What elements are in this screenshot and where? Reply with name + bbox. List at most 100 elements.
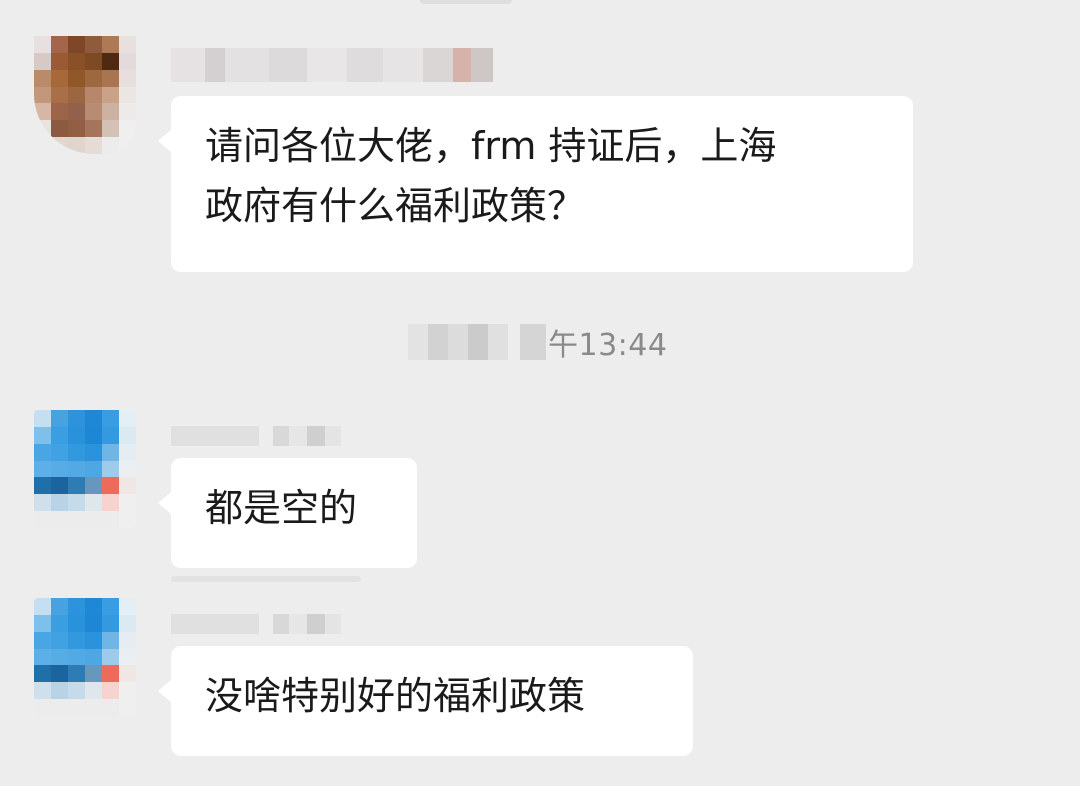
avatar-mosaic-cell xyxy=(85,52,102,70)
avatar-mosaic-cell xyxy=(102,477,119,495)
avatar-mosaic-cell xyxy=(85,614,102,632)
avatar-mosaic-cell xyxy=(119,426,136,444)
avatar-mosaic-cell xyxy=(102,103,119,121)
sender-avatar[interactable] xyxy=(34,36,136,154)
avatar-mosaic-cell xyxy=(119,103,136,121)
avatar-mosaic-cell xyxy=(68,648,85,666)
avatar-mosaic-cell xyxy=(34,86,51,104)
avatar-mosaic-cell xyxy=(68,103,85,121)
avatar-mosaic-cell xyxy=(102,631,119,649)
avatar-mosaic-cell xyxy=(85,36,102,53)
avatar-mosaic-cell xyxy=(34,52,51,70)
avatar-mosaic-cell xyxy=(119,460,136,478)
avatar-mosaic-cell xyxy=(119,494,136,512)
avatar-mosaic-cell xyxy=(51,494,68,512)
avatar-mosaic-cell xyxy=(68,460,85,478)
sender-name-redacted xyxy=(171,614,341,634)
avatar-mosaic-cell xyxy=(102,86,119,104)
avatar-mosaic-cell xyxy=(34,137,51,154)
avatar-mosaic-cell xyxy=(102,120,119,138)
avatar-mosaic-cell xyxy=(85,426,102,444)
avatar-mosaic-cell xyxy=(51,699,68,716)
avatar-mosaic-cell xyxy=(119,69,136,87)
avatar-mosaic-cell xyxy=(34,426,51,444)
avatar-mosaic-cell xyxy=(51,460,68,478)
avatar-mosaic-cell xyxy=(68,614,85,632)
avatar-mosaic-cell xyxy=(34,494,51,512)
message-text: 都是空的 xyxy=(205,486,358,530)
avatar-mosaic-cell xyxy=(68,682,85,700)
avatar-mosaic-cell xyxy=(34,69,51,87)
avatar-mosaic-cell xyxy=(51,477,68,495)
avatar-mosaic-cell xyxy=(68,52,85,70)
avatar-mosaic-cell xyxy=(68,443,85,461)
avatar-mosaic-cell xyxy=(85,631,102,649)
avatar-mosaic-cell xyxy=(119,410,136,427)
avatar-mosaic-cell xyxy=(51,103,68,121)
avatar-mosaic-cell xyxy=(119,120,136,138)
message-text-line-1: 请问各位大佬，frm 持证后，上海 xyxy=(205,124,777,168)
avatar-mosaic-cell xyxy=(34,477,51,495)
avatar-mosaic-cell xyxy=(68,665,85,683)
avatar-mosaic-cell xyxy=(68,120,85,138)
avatar-mosaic-cell xyxy=(34,598,51,615)
message-bubble[interactable]: 没啥特别好的福利政策 xyxy=(158,646,693,756)
avatar-mosaic-cell xyxy=(85,120,102,138)
avatar-mosaic-cell xyxy=(34,36,51,53)
avatar-mosaic-cell xyxy=(51,410,68,427)
previous-item-edge xyxy=(420,0,512,4)
avatar-mosaic-cell xyxy=(51,52,68,70)
timestamp: 午13:44 xyxy=(408,320,667,364)
avatar-mosaic-cell xyxy=(68,426,85,444)
avatar-mosaic-cell xyxy=(51,69,68,87)
avatar-mosaic-cell xyxy=(119,648,136,666)
avatar-mosaic-cell xyxy=(102,682,119,700)
avatar-mosaic-cell xyxy=(34,665,51,683)
avatar-mosaic-cell xyxy=(51,137,68,154)
avatar-mosaic-cell xyxy=(68,631,85,649)
avatar-mosaic-cell xyxy=(51,648,68,666)
avatar-mosaic-cell xyxy=(34,460,51,478)
avatar-mosaic-cell xyxy=(85,443,102,461)
avatar-mosaic-cell xyxy=(68,86,85,104)
avatar-mosaic-cell xyxy=(102,36,119,53)
message-bubble[interactable]: 请问各位大佬，frm 持证后，上海 政府有什么福利政策？ xyxy=(158,96,913,272)
message-bubble[interactable]: 都是空的 xyxy=(158,458,417,568)
avatar-mosaic-cell xyxy=(119,443,136,461)
avatar-mosaic-cell xyxy=(85,137,102,154)
avatar-mosaic-cell xyxy=(85,103,102,121)
avatar-mosaic-cell xyxy=(85,682,102,700)
sender-name-redacted xyxy=(171,48,493,82)
avatar-mosaic-cell xyxy=(119,511,136,528)
avatar-mosaic-cell xyxy=(102,460,119,478)
avatar-mosaic-cell xyxy=(51,120,68,138)
avatar-mosaic-cell xyxy=(102,137,119,154)
sender-avatar[interactable] xyxy=(34,410,136,528)
avatar-mosaic-cell xyxy=(51,682,68,700)
avatar-mosaic-cell xyxy=(102,511,119,528)
avatar-mosaic-cell xyxy=(119,36,136,53)
sender-avatar[interactable] xyxy=(34,598,136,716)
avatar-mosaic-cell xyxy=(51,426,68,444)
avatar-mosaic-cell xyxy=(34,443,51,461)
avatar-mosaic-cell xyxy=(51,86,68,104)
avatar-mosaic-cell xyxy=(68,511,85,528)
avatar-mosaic-cell xyxy=(119,682,136,700)
avatar-mosaic-cell xyxy=(102,614,119,632)
avatar-mosaic-cell xyxy=(119,699,136,716)
avatar-mosaic-cell xyxy=(68,36,85,53)
avatar-mosaic-cell xyxy=(51,665,68,683)
avatar-mosaic-cell xyxy=(85,511,102,528)
avatar-mosaic-cell xyxy=(102,410,119,427)
avatar-mosaic-cell xyxy=(119,631,136,649)
avatar-mosaic-cell xyxy=(51,598,68,615)
avatar-mosaic-cell xyxy=(68,477,85,495)
avatar-mosaic-cell xyxy=(68,494,85,512)
avatar-mosaic-cell xyxy=(119,665,136,683)
avatar-mosaic-cell xyxy=(85,86,102,104)
avatar-mosaic-cell xyxy=(85,494,102,512)
chat-area[interactable]: 请问各位大佬，frm 持证后，上海 政府有什么福利政策？ 午13:44 都是空的… xyxy=(0,0,1080,786)
avatar-mosaic-cell xyxy=(102,443,119,461)
avatar-mosaic-cell xyxy=(34,120,51,138)
timestamp-text: 午13:44 xyxy=(548,328,668,363)
